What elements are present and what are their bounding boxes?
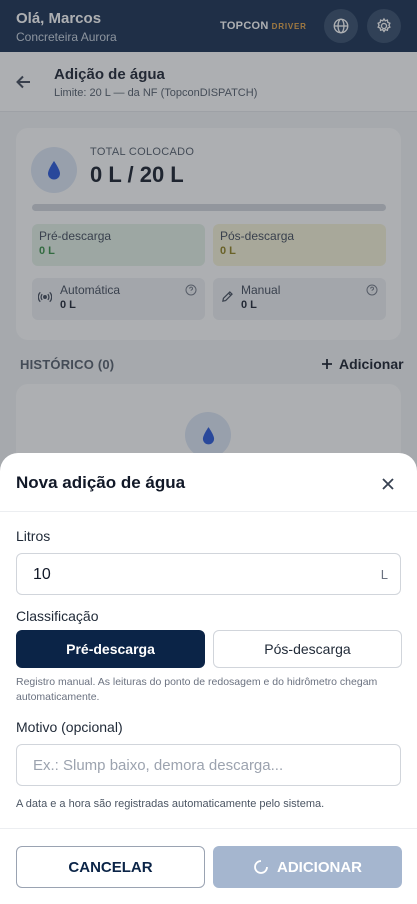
divider xyxy=(0,828,417,829)
post-discharge-option[interactable]: Pós-descarga xyxy=(213,630,402,668)
divider xyxy=(0,511,417,512)
pre-discharge-option[interactable]: Pré-descarga xyxy=(16,630,205,668)
liters-unit: L xyxy=(380,567,388,582)
water-addition-sheet: Nova adição de água Litros 10 L Classifi… xyxy=(0,453,417,904)
timestamp-note: A data e a hora são registradas automati… xyxy=(16,798,325,810)
classification-label: Classificação xyxy=(16,608,99,624)
cancel-button[interactable]: CANCELAR xyxy=(16,846,205,888)
sheet-title: Nova adição de água xyxy=(16,473,186,492)
add-button-label: ADICIONAR xyxy=(277,858,362,876)
close-icon xyxy=(382,478,394,490)
reason-input[interactable] xyxy=(17,745,400,785)
add-button[interactable]: ADICIONAR xyxy=(213,846,402,888)
spinner-icon xyxy=(254,860,268,874)
liters-label: Litros xyxy=(16,528,51,544)
manual-entry-help: Registro manual. As leituras do ponto de… xyxy=(16,676,378,703)
liters-input[interactable]: 10 L xyxy=(16,553,401,595)
liters-value: 10 xyxy=(33,566,51,583)
reason-field xyxy=(16,744,401,786)
close-button[interactable] xyxy=(377,473,399,495)
reason-label: Motivo (opcional) xyxy=(16,719,123,735)
